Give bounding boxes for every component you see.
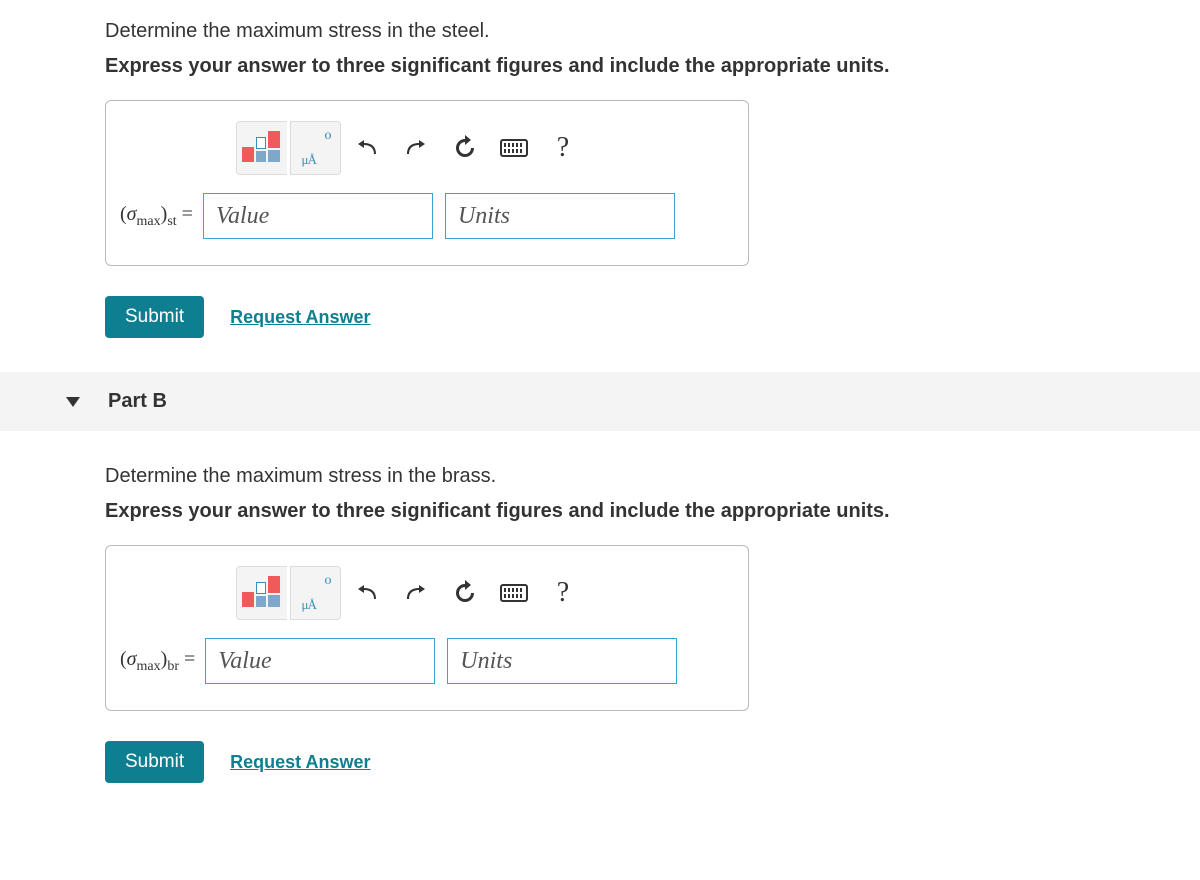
- part-a-variable-label: (σmax)st =: [120, 203, 193, 230]
- keyboard-icon: [500, 584, 528, 602]
- part-b-title: Part B: [108, 390, 167, 413]
- format-button[interactable]: oμÅ: [290, 121, 341, 175]
- redo-icon: [403, 136, 429, 160]
- part-b-instruction: Express your answer to three significant…: [105, 500, 1200, 523]
- part-a-prompt: Determine the maximum stress in the stee…: [105, 20, 1200, 43]
- part-a-toolbar: oμÅ ?: [236, 121, 748, 175]
- reset-icon: [452, 580, 478, 606]
- part-b-toolbar: oμÅ ?: [236, 566, 748, 620]
- part-b-units-input[interactable]: Units: [447, 638, 677, 684]
- undo-icon: [354, 581, 380, 605]
- templates-button[interactable]: [236, 566, 287, 620]
- part-a-answer-box: oμÅ ? (σmax)st = Value Units: [105, 100, 749, 266]
- part-b-answer-box: oμÅ ? (σmax)br = Value Units: [105, 545, 749, 711]
- keyboard-button[interactable]: [491, 121, 537, 175]
- part-a-units-input[interactable]: Units: [445, 193, 675, 239]
- redo-button[interactable]: [393, 121, 439, 175]
- templates-icon: [242, 576, 282, 610]
- part-b-variable-label: (σmax)br =: [120, 648, 195, 675]
- format-icon: oμÅ: [298, 130, 334, 166]
- part-a-instruction: Express your answer to three significant…: [105, 55, 1200, 78]
- format-icon: oμÅ: [298, 575, 334, 611]
- part-b-request-answer-link[interactable]: Request Answer: [230, 752, 370, 773]
- reset-button[interactable]: [442, 566, 488, 620]
- keyboard-button[interactable]: [491, 566, 537, 620]
- undo-icon: [354, 136, 380, 160]
- templates-icon: [242, 131, 282, 165]
- redo-button[interactable]: [393, 566, 439, 620]
- undo-button[interactable]: [344, 566, 390, 620]
- templates-button[interactable]: [236, 121, 287, 175]
- format-button[interactable]: oμÅ: [290, 566, 341, 620]
- reset-button[interactable]: [442, 121, 488, 175]
- part-a-value-input[interactable]: Value: [203, 193, 433, 239]
- redo-icon: [403, 581, 429, 605]
- part-b-value-input[interactable]: Value: [205, 638, 435, 684]
- keyboard-icon: [500, 139, 528, 157]
- part-b-prompt: Determine the maximum stress in the bras…: [105, 465, 1200, 488]
- part-a-request-answer-link[interactable]: Request Answer: [230, 307, 370, 328]
- help-button[interactable]: ?: [540, 566, 586, 620]
- undo-button[interactable]: [344, 121, 390, 175]
- part-b-submit-button[interactable]: Submit: [105, 741, 204, 783]
- collapse-icon: [66, 397, 80, 407]
- part-a-submit-button[interactable]: Submit: [105, 296, 204, 338]
- part-b-header[interactable]: Part B: [0, 372, 1200, 431]
- reset-icon: [452, 135, 478, 161]
- help-button[interactable]: ?: [540, 121, 586, 175]
